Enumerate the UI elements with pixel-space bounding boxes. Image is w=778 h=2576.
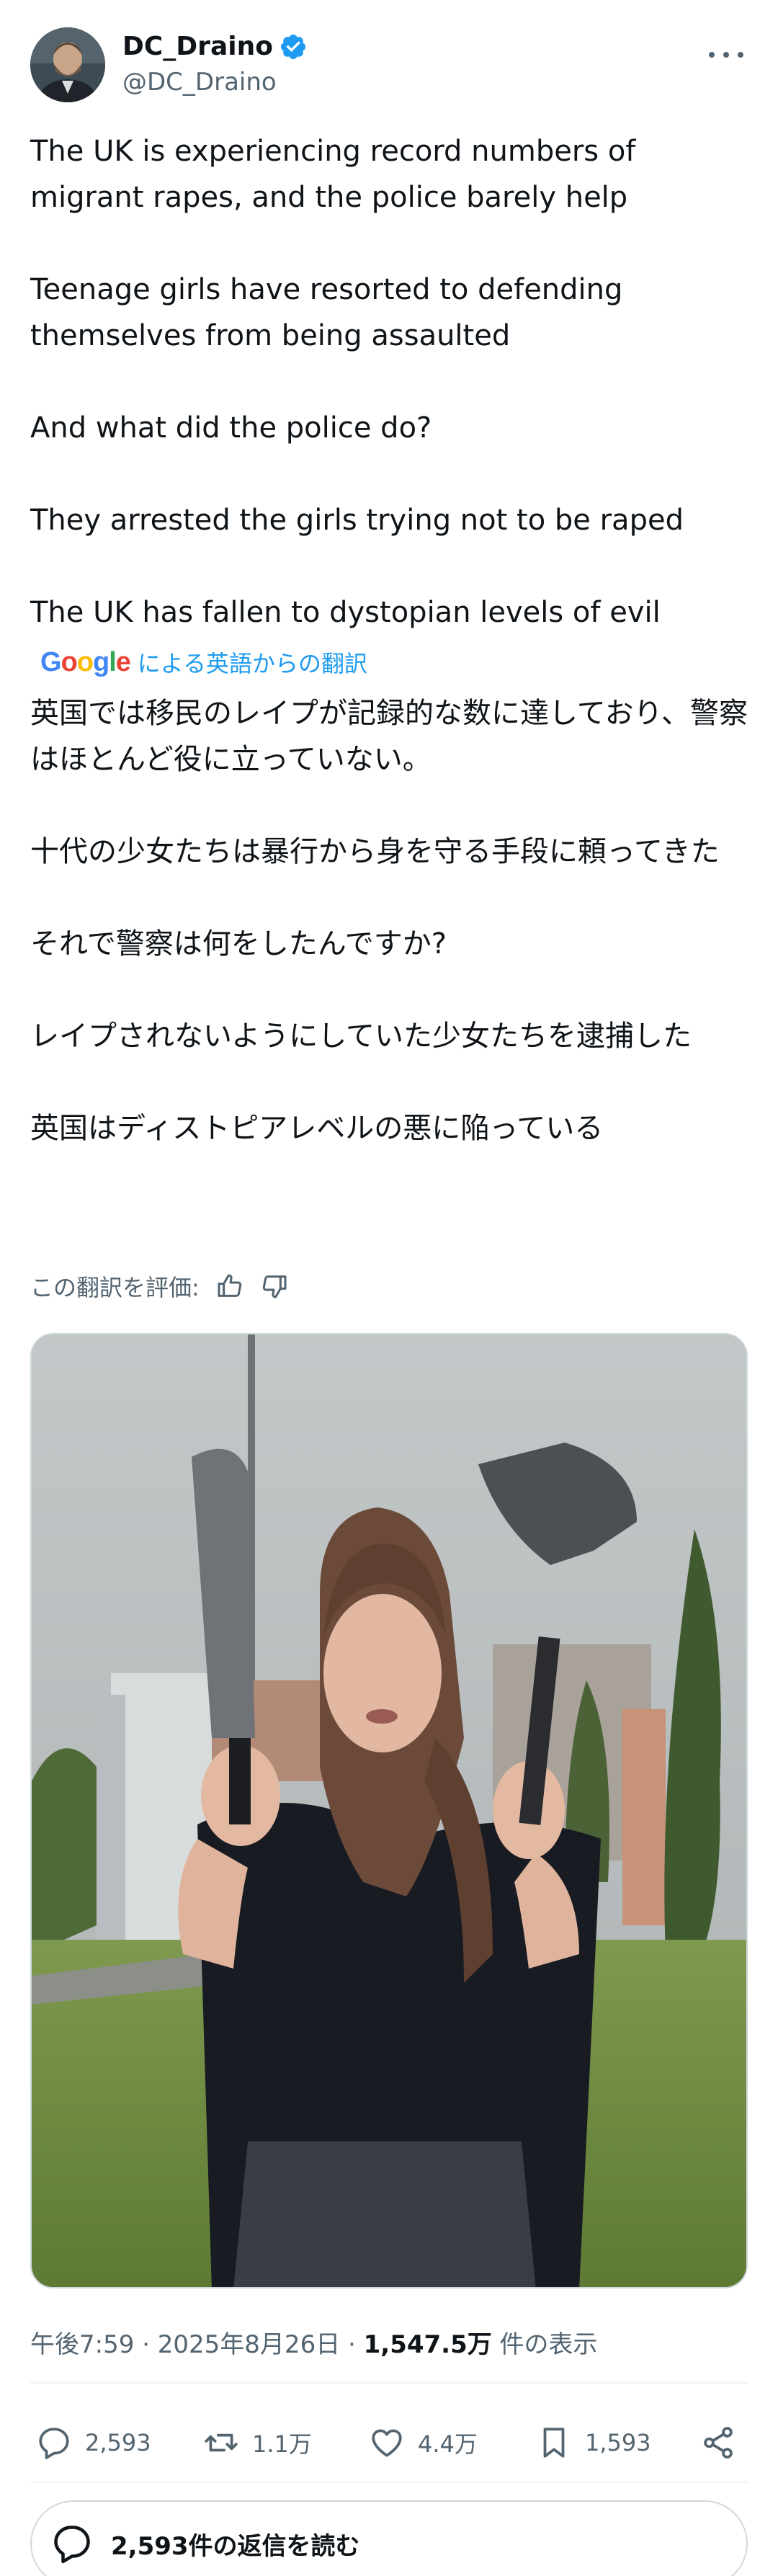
share-icon — [704, 2427, 733, 2459]
tweet-paragraph: The UK has fallen to dystopian levels of… — [30, 596, 661, 629]
share-button[interactable] — [700, 2407, 749, 2479]
avatar[interactable] — [30, 27, 105, 102]
translated-paragraph: それで警察は何をしたんですか? — [30, 927, 447, 961]
bookmark-button[interactable]: 1,593 — [536, 2407, 651, 2479]
tweet-meta: 午後7:59 · 2025年8月26日 · 1,547.5万 件の表示 — [30, 2325, 598, 2360]
bookmark-count: 1,593 — [585, 2429, 651, 2456]
user-handle[interactable]: @DC_Draino — [122, 68, 277, 97]
repost-button[interactable]: 1.1万 — [203, 2407, 312, 2479]
reply-count: 2,593 — [85, 2429, 151, 2456]
google-logo: Google — [40, 646, 131, 677]
chat-bubble-icon — [54, 2526, 90, 2564]
view-count: 1,547.5万 — [363, 2330, 492, 2359]
video-media[interactable] — [30, 1333, 748, 2288]
timestamp[interactable]: 午後7:59 · 2025年8月26日 · — [30, 2330, 364, 2359]
like-count: 4.4万 — [418, 2430, 478, 2458]
translation-label: による英語からの翻訳 — [137, 650, 367, 677]
tweet-text: The UK is experiencing record numbers of… — [30, 128, 751, 636]
thumbs-down-icon[interactable] — [260, 1272, 289, 1301]
like-icon — [372, 2429, 402, 2457]
view-label: 件の表示 — [491, 2330, 598, 2359]
name-row: DC_Draino — [122, 32, 308, 61]
rate-translation: この翻訳を評価: — [30, 1270, 289, 1303]
bookmark-icon — [543, 2428, 565, 2458]
display-name[interactable]: DC_Draino — [122, 32, 273, 61]
thumbs-up-icon[interactable] — [215, 1272, 244, 1301]
more-icon[interactable] — [705, 40, 748, 69]
read-replies-label: 2,593件の返信を読む — [111, 2531, 360, 2561]
repost-icon — [205, 2433, 238, 2452]
like-button[interactable]: 4.4万 — [369, 2407, 478, 2479]
rate-label: この翻訳を評価: — [30, 1274, 200, 1301]
translated-paragraph: レイプされないようにしていた少女たちを逮捕した — [30, 1020, 692, 1053]
divider — [30, 2382, 748, 2384]
read-replies-button[interactable]: 2,593件の返信を読む — [30, 2500, 748, 2576]
repost-count: 1.1万 — [252, 2430, 312, 2458]
reply-button[interactable]: 2,593 — [36, 2407, 151, 2479]
divider — [30, 2482, 748, 2483]
translated-paragraph: 十代の少女たちは暴行から身を守る手段に頼ってきた — [30, 835, 720, 868]
translated-text: 英国では移民のレイプが記録的な数に達しており、警察はほとんど役に立っていない。 … — [30, 690, 751, 1151]
tweet-paragraph: And what did the police do? — [30, 411, 432, 445]
verified-badge-icon — [280, 34, 306, 59]
translation-attribution[interactable]: Google による英語からの翻訳 — [40, 646, 367, 679]
reply-icon — [39, 2428, 69, 2459]
action-bar: 2,593 1.1万 4.4万 1,593 — [30, 2407, 748, 2479]
translated-paragraph: 英国では移民のレイプが記録的な数に達しており、警察はほとんど役に立っていない。 — [30, 697, 748, 776]
tweet-paragraph: They arrested the girls trying not to be… — [30, 504, 684, 537]
tweet-header: DC_Draino @DC_Draino — [30, 27, 748, 107]
tweet-paragraph: The UK is experiencing record numbers of… — [30, 135, 636, 214]
tweet-paragraph: Teenage girls have resorted to defending… — [30, 273, 623, 352]
translated-paragraph: 英国はディストピアレベルの悪に陥っている — [30, 1112, 604, 1145]
